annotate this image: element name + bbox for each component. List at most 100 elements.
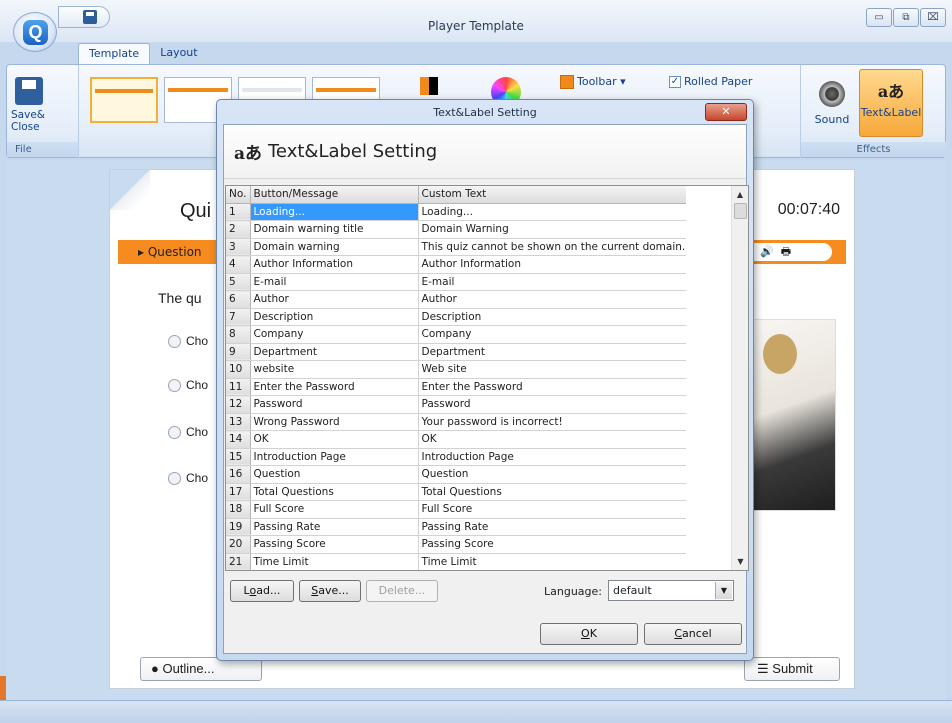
table-row[interactable]: 9 Department Department (226, 343, 687, 361)
table-row[interactable]: 2 Domain warning title Domain Warning (226, 220, 687, 239)
custom-text-cell[interactable]: Loading... (418, 203, 687, 221)
row-number-cell: 4 (226, 255, 251, 274)
table-row[interactable]: 8 Company Company (226, 325, 687, 344)
tab-template[interactable]: Template (78, 43, 151, 64)
table-row[interactable]: 5 E-mail E-mail (226, 273, 687, 291)
language-select[interactable]: default ▼ (608, 580, 734, 601)
scroll-thumb[interactable] (734, 203, 747, 219)
column-header-no[interactable]: No. (226, 186, 251, 204)
table-row[interactable]: 19 Passing Rate Passing Rate (226, 518, 687, 536)
row-number-cell: 13 (226, 413, 251, 431)
print-icon[interactable]: 🖶 (781, 245, 791, 258)
text-label-table: No. Button/Message Custom Text 1 Loading.… (226, 186, 687, 570)
choice-option[interactable]: Cho (168, 378, 208, 393)
custom-text-cell[interactable]: E-mail (418, 273, 687, 291)
rolled-paper-label: Rolled Paper (684, 75, 753, 88)
table-row[interactable]: 7 Description Description (226, 308, 687, 326)
sound-label: Sound (814, 113, 850, 126)
color-scheme-icon[interactable] (420, 77, 438, 95)
row-number-cell: 14 (226, 430, 251, 449)
table-row[interactable]: 6 Author Author (226, 290, 687, 309)
scroll-down-icon[interactable]: ▼ (732, 553, 748, 570)
dialog-body: aあ Text&Label Setting No. Button/Message… (223, 124, 749, 654)
ribbon-group-file: Save& Close File (7, 65, 79, 158)
table-row[interactable]: 10 website Web site (226, 360, 687, 379)
table-row[interactable]: 17 Total Questions Total Questions (226, 483, 687, 501)
table-row[interactable]: 11 Enter the Password Enter the Password (226, 378, 687, 396)
table-row[interactable]: 12 Password Password (226, 395, 687, 414)
custom-text-cell[interactable]: Department (418, 343, 687, 361)
custom-text-cell[interactable]: Author Information (418, 255, 687, 274)
message-cell: Password (250, 395, 419, 414)
quiz-title: Qui (180, 200, 212, 222)
delete-button[interactable]: Delete... (366, 580, 438, 602)
custom-text-cell[interactable]: Full Score (418, 500, 687, 519)
custom-text-cell[interactable]: Passing Score (418, 535, 687, 554)
custom-text-cell[interactable]: Author (418, 290, 687, 309)
scroll-up-icon[interactable]: ▲ (732, 186, 748, 203)
custom-text-cell[interactable]: This quiz cannot be shown on the current… (418, 238, 687, 256)
custom-text-cell[interactable]: Domain Warning (418, 220, 687, 239)
message-cell: Full Score (250, 500, 419, 519)
text-label-grid[interactable]: No. Button/Message Custom Text 1 Loading.… (225, 185, 749, 571)
custom-text-cell[interactable]: Password (418, 395, 687, 414)
custom-text-cell[interactable]: Enter the Password (418, 378, 687, 396)
tab-layout[interactable]: Layout (150, 43, 207, 64)
dialog-close-button[interactable]: ✕ (705, 103, 747, 121)
custom-text-cell[interactable]: Passing Rate (418, 518, 687, 536)
custom-text-cell[interactable]: Introduction Page (418, 448, 687, 466)
rolled-paper-checkbox[interactable]: ✓ Rolled Paper (669, 75, 752, 88)
custom-text-cell[interactable]: Web site (418, 360, 687, 379)
toolbar-color-dropdown[interactable]: Toolbar ▾ (560, 75, 626, 89)
table-row[interactable]: 14 OK OK (226, 430, 687, 449)
choice-option[interactable]: Cho (168, 334, 208, 349)
column-header-message[interactable]: Button/Message (250, 186, 419, 204)
table-row[interactable]: 3 Domain warning This quiz cannot be shown… (226, 238, 687, 256)
save-close-label: Save& Close (11, 109, 45, 133)
custom-text-cell[interactable]: Question (418, 465, 687, 484)
table-row[interactable]: 21 Time Limit Time Limit (226, 553, 687, 570)
custom-text-cell[interactable]: Company (418, 325, 687, 344)
column-header-custom-text[interactable]: Custom Text (418, 186, 687, 204)
message-cell: Author (250, 290, 419, 309)
submit-button[interactable]: ☰ Submit (744, 657, 840, 681)
save-close-button[interactable]: Save& Close (11, 77, 51, 133)
window-title: Player Template (428, 19, 524, 33)
speaker-icon (819, 81, 845, 107)
minimize-button[interactable]: ▭ (866, 8, 892, 27)
table-row[interactable]: 1 Loading... Loading... (226, 203, 687, 221)
table-row[interactable]: 13 Wrong Password Your password is incorre… (226, 413, 687, 431)
custom-text-cell[interactable]: OK (418, 430, 687, 449)
template-thumbnail[interactable] (90, 77, 158, 123)
choice-option[interactable]: Cho (168, 471, 208, 486)
vertical-scrollbar[interactable]: ▲ ▼ (731, 186, 748, 570)
side-accent (0, 676, 6, 700)
application-menu-button[interactable]: Q (13, 12, 57, 52)
audio-icon[interactable]: 🔊 (760, 245, 774, 258)
row-number-cell: 20 (226, 535, 251, 554)
custom-text-cell[interactable]: Time Limit (418, 553, 687, 570)
custom-text-cell[interactable]: Description (418, 308, 687, 326)
group-label-file: File (7, 142, 78, 157)
table-row[interactable]: 4 Author Information Author Information (226, 255, 687, 274)
custom-text-cell[interactable]: Your password is incorrect! (418, 413, 687, 431)
message-cell: Company (250, 325, 419, 344)
page-curl-decoration (110, 170, 150, 210)
chevron-down-icon[interactable]: ▼ (715, 582, 732, 599)
table-row[interactable]: 18 Full Score Full Score (226, 500, 687, 519)
ok-button[interactable]: OK (540, 623, 638, 645)
table-row[interactable]: 16 Question Question (226, 465, 687, 484)
grid-empty-area (686, 186, 732, 570)
custom-text-cell[interactable]: Total Questions (418, 483, 687, 501)
question-text: The qu (158, 290, 202, 306)
load-button[interactable]: Load... (230, 580, 294, 602)
choice-option[interactable]: Cho (168, 425, 208, 440)
sound-button[interactable]: Sound (807, 69, 857, 137)
close-button[interactable]: ⌧ (920, 8, 946, 27)
table-row[interactable]: 15 Introduction Page Introduction Page (226, 448, 687, 466)
text-label-button[interactable]: aあ Text&Label (859, 69, 923, 137)
restore-button[interactable]: ⧉ (893, 8, 919, 27)
table-row[interactable]: 20 Passing Score Passing Score (226, 535, 687, 554)
cancel-button[interactable]: Cancel (644, 623, 742, 645)
save-button[interactable]: Save... (299, 580, 361, 602)
